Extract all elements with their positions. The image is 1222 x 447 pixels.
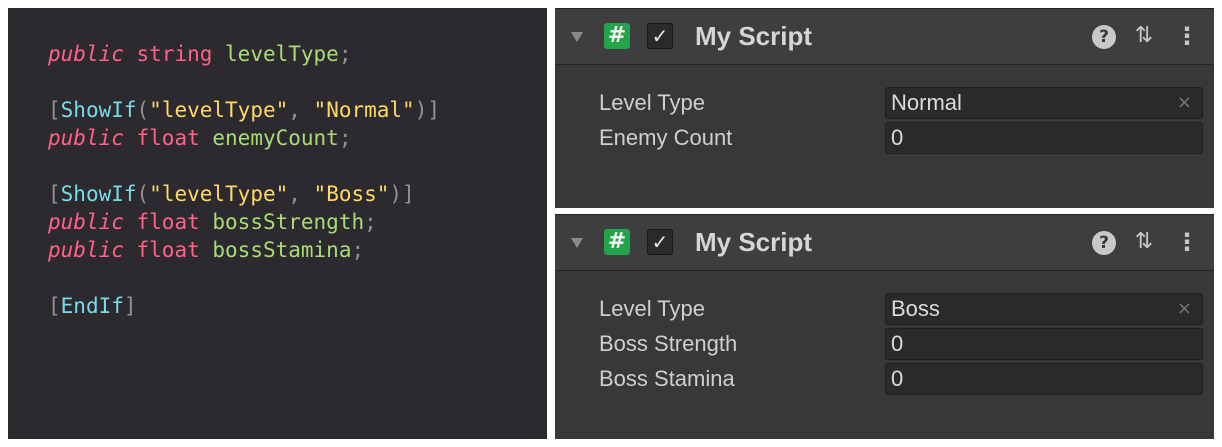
- level-type-input[interactable]: Normal ×: [885, 87, 1203, 119]
- field-boss-stamina: Boss Stamina 0: [555, 363, 1214, 398]
- preset-icon[interactable]: ⇅: [1131, 23, 1157, 49]
- preset-icon[interactable]: ⇅: [1131, 229, 1157, 255]
- foldout-triangle-icon[interactable]: [571, 32, 583, 42]
- code-token: [: [48, 98, 61, 122]
- field-value: 0: [891, 125, 904, 150]
- code-token: [: [48, 294, 61, 318]
- code-token: public: [48, 42, 124, 66]
- code-token: ShowIf: [60, 182, 137, 206]
- code-token: public: [48, 238, 124, 262]
- level-type-input[interactable]: Boss ×: [885, 293, 1203, 325]
- component-header[interactable]: # ✓ My Script ? ⇅ ⋮: [555, 215, 1214, 271]
- code-token: ;: [364, 210, 377, 234]
- code-token: ,: [288, 182, 314, 206]
- component-enabled-checkbox[interactable]: ✓: [647, 23, 673, 49]
- field-label: Level Type: [599, 90, 706, 115]
- component-fields: Level Type Normal × Enemy Count 0: [555, 65, 1214, 157]
- code-token: bossStamina: [212, 238, 352, 262]
- field-label: Level Type: [599, 296, 706, 321]
- code-editor: public string levelType; [ShowIf("levelTy…: [8, 8, 547, 439]
- component-header[interactable]: # ✓ My Script ? ⇅ ⋮: [555, 9, 1214, 65]
- code-token: ]: [123, 294, 137, 318]
- code-token: )]: [414, 98, 440, 122]
- code-token: string: [136, 42, 213, 66]
- code-token: float: [136, 126, 200, 150]
- code-token: public: [48, 210, 124, 234]
- kebab-menu-icon[interactable]: ⋮: [1175, 229, 1199, 255]
- code-token: ;: [351, 238, 365, 262]
- code-token: [: [48, 182, 61, 206]
- enemy-count-input[interactable]: 0: [885, 122, 1203, 154]
- field-value: Boss: [891, 296, 940, 321]
- code-token: float: [136, 210, 200, 234]
- field-value: 0: [891, 331, 904, 356]
- clear-icon[interactable]: ×: [1177, 88, 1192, 118]
- field-value: 0: [891, 366, 904, 391]
- field-enemy-count: Enemy Count 0: [555, 122, 1214, 157]
- help-icon[interactable]: ?: [1092, 25, 1116, 49]
- field-label: Enemy Count: [599, 125, 733, 150]
- inspector-component-boss: # ✓ My Script ? ⇅ ⋮ Level Type Boss × Bo…: [555, 214, 1214, 439]
- code-token: float: [136, 238, 200, 262]
- code-token: "levelType": [149, 182, 289, 206]
- code-token: (: [136, 182, 150, 206]
- field-level-type: Level Type Normal ×: [555, 87, 1214, 122]
- code-line: public float bossStamina;: [48, 236, 547, 264]
- field-label: Boss Stamina: [599, 366, 735, 391]
- clear-icon[interactable]: ×: [1177, 294, 1192, 324]
- code-token: bossStrength: [212, 210, 365, 234]
- component-fields: Level Type Boss × Boss Strength 0 Boss S…: [555, 271, 1214, 398]
- csharp-script-icon: #: [604, 229, 630, 255]
- component-title: My Script: [695, 21, 813, 51]
- code-token: EndIf: [60, 294, 124, 318]
- code-line: [ShowIf("levelType", "Normal")]: [48, 96, 547, 124]
- code-line: [ShowIf("levelType", "Boss")]: [48, 180, 547, 208]
- csharp-script-icon: #: [604, 23, 630, 49]
- field-level-type: Level Type Boss ×: [555, 293, 1214, 328]
- code-token: levelType: [225, 42, 339, 66]
- code-token: public: [48, 126, 124, 150]
- inspector-component-normal: # ✓ My Script ? ⇅ ⋮ Level Type Normal × …: [555, 8, 1214, 208]
- code-token: "levelType": [149, 98, 289, 122]
- code-token: ;: [338, 126, 352, 150]
- field-value: Normal: [891, 90, 962, 115]
- code-line: [EndIf]: [48, 292, 547, 320]
- code-token: "Normal": [313, 98, 415, 122]
- kebab-menu-icon[interactable]: ⋮: [1175, 23, 1199, 49]
- field-boss-strength: Boss Strength 0: [555, 328, 1214, 363]
- help-icon[interactable]: ?: [1092, 231, 1116, 255]
- foldout-triangle-icon[interactable]: [571, 238, 583, 248]
- boss-strength-input[interactable]: 0: [885, 328, 1203, 360]
- code-line: public float enemyCount;: [48, 124, 547, 152]
- component-title: My Script: [695, 227, 813, 257]
- code-token: ;: [338, 42, 352, 66]
- code-token: ,: [288, 98, 314, 122]
- code-token: (: [136, 98, 150, 122]
- field-label: Boss Strength: [599, 331, 738, 356]
- code-line: public string levelType;: [48, 40, 547, 68]
- code-token: enemyCount: [212, 126, 339, 150]
- code-token: ShowIf: [60, 98, 137, 122]
- code-line: public float bossStrength;: [48, 208, 547, 236]
- code-token: )]: [389, 182, 415, 206]
- boss-stamina-input[interactable]: 0: [885, 363, 1203, 395]
- component-enabled-checkbox[interactable]: ✓: [647, 229, 673, 255]
- code-token: "Boss": [313, 182, 390, 206]
